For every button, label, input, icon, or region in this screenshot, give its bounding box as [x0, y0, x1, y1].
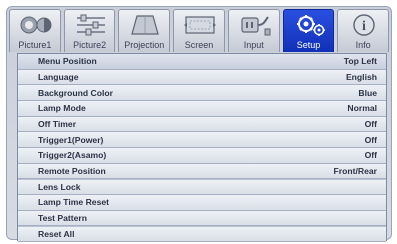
menu-item-label: Remote Position	[38, 166, 106, 177]
screen-icon	[184, 16, 217, 34]
projection-icon	[131, 15, 160, 35]
sliders-icon	[76, 14, 105, 36]
menu-item-label: Language	[38, 71, 79, 82]
menu-item-label: Menu Position	[38, 56, 97, 67]
menu-item-value: Off	[364, 134, 377, 145]
menu-item-value: Normal	[347, 103, 377, 114]
tab-label: Setup	[296, 40, 321, 50]
input-connector-icon	[241, 16, 271, 36]
menu-item-menu-position[interactable]: Menu Position Top Left	[18, 54, 386, 70]
tab-label: Screen	[184, 40, 214, 50]
menu-item-test-pattern[interactable]: Test Pattern	[18, 210, 386, 227]
tab-info[interactable]: i Info	[337, 9, 390, 52]
menu-item-trigger2[interactable]: Trigger2(Asamo) Off	[18, 148, 386, 164]
menu-item-value: Off	[364, 150, 377, 161]
tab-bar: Picture1 Picture2 Projection Screen Inpu…	[9, 9, 390, 52]
tab-setup[interactable]: Setup	[282, 9, 335, 52]
tab-picture1[interactable]: Picture1	[9, 9, 61, 52]
menu-item-value: Off	[364, 119, 377, 130]
menu-item-language[interactable]: Language English	[18, 69, 386, 86]
picture-icon	[20, 16, 52, 34]
tab-label: Picture1	[18, 40, 52, 50]
tab-label: Projection	[124, 40, 165, 50]
tab-label: Picture2	[73, 40, 107, 50]
tab-picture2[interactable]: Picture2	[63, 9, 116, 52]
menu-item-label: Lamp Mode	[38, 103, 86, 114]
menu-item-label: Lamp Time Reset	[38, 197, 110, 208]
menu-item-value: Front/Rear	[333, 166, 377, 177]
tab-input[interactable]: Input	[227, 9, 280, 52]
tab-projection[interactable]: Projection	[118, 9, 171, 52]
menu-item-label: Reset All	[38, 228, 75, 239]
setup-menu-list: Menu Position Top Left Language English …	[17, 53, 387, 243]
menu-item-value: English	[345, 71, 377, 82]
tab-screen[interactable]: Screen	[173, 9, 225, 52]
menu-item-lens-lock[interactable]: Lens Lock	[18, 179, 386, 196]
menu-item-lamp-time-reset[interactable]: Lamp Time Reset	[18, 195, 386, 211]
menu-item-label: Background Color	[38, 87, 113, 98]
gears-icon	[296, 15, 325, 36]
info-icon: i	[353, 14, 376, 36]
menu-item-value: Top Left	[343, 56, 377, 67]
menu-item-label: Lens Lock	[38, 181, 81, 192]
menu-item-lamp-mode[interactable]: Lamp Mode Normal	[18, 101, 386, 117]
menu-item-background-color[interactable]: Background Color Blue	[18, 85, 386, 101]
menu-item-off-timer[interactable]: Off Timer Off	[18, 116, 386, 133]
menu-item-label: Trigger2(Asamo)	[38, 150, 107, 161]
tab-label: Info	[355, 40, 371, 50]
menu-item-value: Blue	[358, 87, 377, 98]
menu-item-remote-position[interactable]: Remote Position Front/Rear	[18, 163, 386, 180]
tab-label: Input	[243, 40, 264, 50]
svg-text:i: i	[362, 19, 366, 34]
menu-item-label: Test Pattern	[38, 213, 88, 224]
menu-item-trigger1[interactable]: Trigger1(Power) Off	[18, 132, 386, 149]
menu-item-label: Off Timer	[38, 119, 77, 130]
menu-item-reset-all[interactable]: Reset All	[18, 226, 386, 243]
menu-item-label: Trigger1(Power)	[38, 134, 104, 145]
